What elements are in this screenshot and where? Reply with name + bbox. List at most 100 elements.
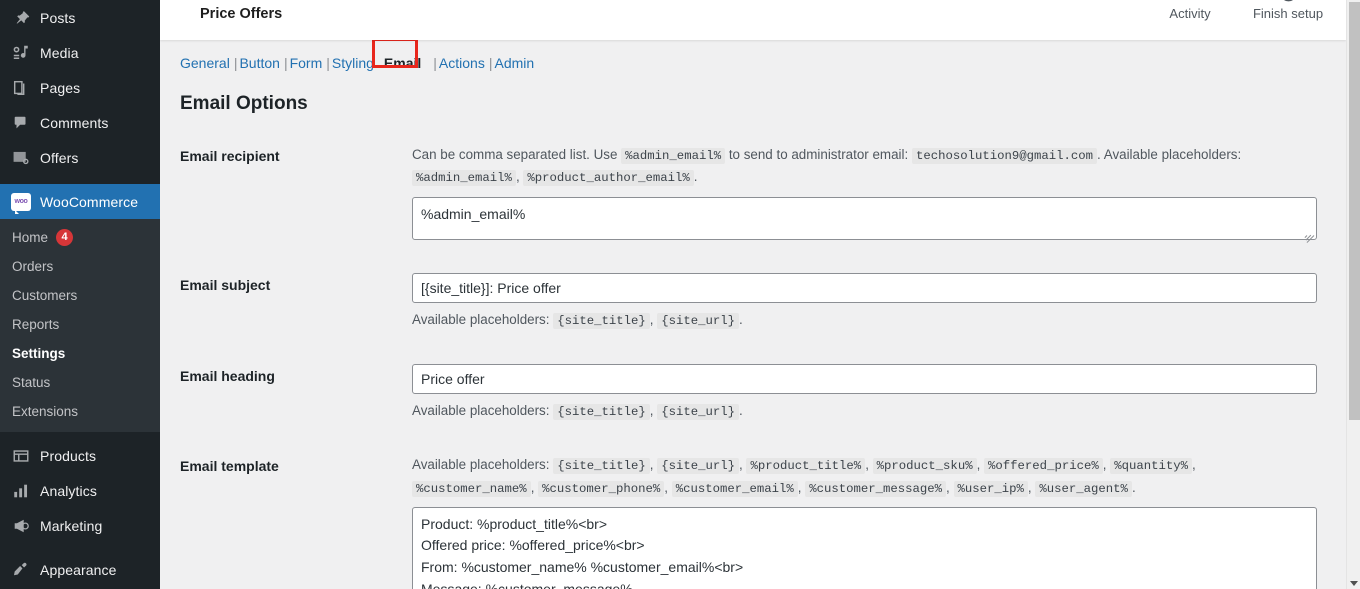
- placeholder-code: %user_agent%: [1035, 481, 1132, 498]
- tab-admin[interactable]: Admin: [494, 55, 534, 71]
- submenu-item-orders[interactable]: Orders: [0, 252, 160, 281]
- placeholder-code: %user_ip%: [953, 481, 1028, 498]
- tab-actions[interactable]: Actions: [439, 55, 485, 71]
- placeholder-code: %customer_message%: [805, 481, 947, 498]
- placeholder-code: {site_title}: [553, 313, 650, 330]
- field-label-email-recipient: Email recipient: [180, 147, 280, 164]
- desc-text: Available placeholders:: [412, 457, 550, 473]
- woocommerce-header: Price Offers Activity Finish setup: [160, 0, 1346, 40]
- placeholder-code: {site_title}: [553, 458, 650, 475]
- submenu-item-extensions[interactable]: Extensions: [0, 397, 160, 426]
- activity-label: Activity: [1169, 6, 1211, 21]
- placeholder-code: %customer_phone%: [538, 481, 665, 498]
- scrollbar-thumb[interactable]: [1349, 2, 1360, 420]
- sidebar-item-marketing[interactable]: Marketing: [0, 508, 160, 543]
- sidebar-item-label: Analytics: [40, 482, 97, 499]
- comments-icon: [10, 112, 32, 134]
- header-actions: Activity Finish setup: [1152, 0, 1326, 21]
- pages-icon: [10, 77, 32, 99]
- desc-text: .: [739, 312, 743, 328]
- placeholder-code: {site_url}: [657, 403, 740, 420]
- field-row-email-recipient: Email recipient Can be comma separated l…: [180, 131, 1320, 243]
- email-heading-input[interactable]: [412, 363, 1317, 394]
- tab-styling[interactable]: Styling: [332, 55, 374, 71]
- sidebar-item-label: Media: [40, 44, 79, 61]
- email-subject-placeholders: Available placeholders: {site_title}, {s…: [412, 312, 743, 330]
- sidebar-item-offers[interactable]: Offers: [0, 140, 160, 175]
- placeholder-code: {site_url}: [657, 313, 740, 330]
- marketing-icon: [10, 515, 32, 537]
- woo-badge-text: woo: [14, 198, 28, 205]
- analytics-icon: [10, 480, 32, 502]
- sidebar-item-label: Appearance: [40, 561, 117, 578]
- submenu-item-home[interactable]: Home 4: [0, 223, 160, 252]
- sidebar-item-label: Comments: [40, 114, 109, 131]
- submenu-item-settings[interactable]: Settings: [0, 339, 160, 368]
- sidebar-item-label: Pages: [40, 79, 81, 96]
- finish-setup-button[interactable]: Finish setup: [1250, 0, 1326, 21]
- desc-text: Can be comma separated list. Use: [412, 146, 618, 162]
- admin-sidebar: Posts Media Pages Comments Offers woo Wo…: [0, 0, 168, 589]
- placeholder-code: %admin_email%: [412, 170, 516, 187]
- submenu-item-label: Reports: [12, 317, 60, 332]
- page-scrollbar[interactable]: [1346, 0, 1360, 589]
- desc-text: Available placeholders:: [412, 402, 550, 418]
- placeholder-code: {site_title}: [553, 403, 650, 420]
- placeholder-code: %product_title%: [746, 458, 866, 475]
- desc-text: to send to administrator email:: [728, 146, 909, 162]
- menu-divider: [0, 175, 160, 184]
- main-content: Price Offers Activity Finish setup Gener…: [160, 0, 1346, 589]
- submenu-item-label: Settings: [12, 346, 66, 361]
- screen: Posts Media Pages Comments Offers woo Wo…: [0, 0, 1360, 589]
- sidebar-item-analytics[interactable]: Analytics: [0, 473, 160, 508]
- email-template-textarea[interactable]: [412, 506, 1317, 589]
- sidebar-item-posts[interactable]: Posts: [0, 0, 160, 35]
- submenu-item-customers[interactable]: Customers: [0, 281, 160, 310]
- sidebar-item-label: WooCommerce: [40, 193, 139, 210]
- field-row-email-subject: Email subject Available placeholders: {s…: [180, 260, 1320, 332]
- tab-form[interactable]: Form: [290, 55, 323, 71]
- sidebar-item-media[interactable]: Media: [0, 35, 160, 70]
- activity-button[interactable]: Activity: [1152, 0, 1228, 21]
- submenu-item-status[interactable]: Status: [0, 368, 160, 397]
- submenu-item-reports[interactable]: Reports: [0, 310, 160, 339]
- appearance-icon: [10, 559, 32, 581]
- woocommerce-submenu: Home 4 Orders Customers Reports Settings…: [0, 219, 160, 432]
- page-title: Email Options: [180, 93, 308, 114]
- placeholder-code: %product_sku%: [872, 458, 977, 475]
- desc-text: ,: [515, 169, 520, 185]
- sidebar-item-comments[interactable]: Comments: [0, 105, 160, 140]
- tab-separator: |: [233, 55, 238, 71]
- submenu-item-label: Status: [12, 375, 51, 390]
- scroll-down-arrow-icon[interactable]: [1350, 581, 1358, 586]
- sidebar-item-products[interactable]: Products: [0, 438, 160, 473]
- email-options-form: Email recipient Can be comma separated l…: [180, 131, 1320, 589]
- email-recipient-textarea[interactable]: [412, 197, 1317, 241]
- flag-icon: [1182, 0, 1199, 4]
- sidebar-item-label: Offers: [40, 149, 79, 166]
- menu-divider: [0, 543, 160, 552]
- tab-general[interactable]: General: [180, 55, 230, 71]
- email-recipient-description: Can be comma separated list. Use %admin_…: [412, 144, 1320, 189]
- submenu-item-label: Orders: [12, 259, 54, 274]
- sidebar-item-woocommerce[interactable]: woo WooCommerce: [0, 184, 168, 219]
- desc-text: Available placeholders:: [412, 312, 550, 328]
- products-icon: [10, 445, 32, 467]
- placeholder-code: {site_url}: [657, 458, 740, 475]
- field-label-email-subject: Email subject: [180, 277, 271, 294]
- page-header-title: Price Offers: [200, 6, 283, 22]
- sidebar-item-appearance[interactable]: Appearance: [0, 552, 160, 587]
- tab-button[interactable]: Button: [239, 55, 279, 71]
- desc-text: .: [739, 402, 743, 418]
- offers-icon: [10, 147, 32, 169]
- sidebar-item-label: Marketing: [40, 517, 103, 534]
- sidebar-item-pages[interactable]: Pages: [0, 70, 160, 105]
- email-subject-input[interactable]: [412, 273, 1317, 304]
- admin-email-code: techosolution9@gmail.com: [911, 147, 1098, 164]
- tab-email[interactable]: Email: [371, 38, 429, 77]
- tab-email-label: Email: [383, 55, 422, 71]
- field-row-email-heading: Email heading Available placeholders: {s…: [180, 351, 1320, 423]
- settings-tab-nav: General | Button | Form | Styling Email | Actions…: [160, 38, 1346, 84]
- finish-setup-label: Finish setup: [1252, 6, 1324, 21]
- submenu-item-label: Home: [12, 230, 49, 245]
